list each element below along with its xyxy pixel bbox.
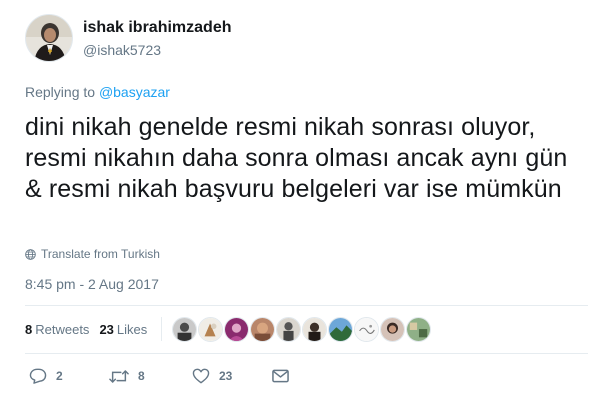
tweet-header: ishak ibrahimzadeh @ishak5723: [25, 14, 585, 64]
retweet-button[interactable]: 8: [109, 369, 192, 384]
liker-avatar[interactable]: [198, 316, 224, 342]
heart-icon: [192, 368, 210, 384]
avatar[interactable]: [25, 14, 73, 62]
retweets-count: 8: [25, 321, 33, 337]
liker-avatar[interactable]: [380, 316, 406, 342]
author-info: ishak ibrahimzadeh @ishak5723: [83, 18, 232, 59]
retweets-stat[interactable]: 8 Retweets: [25, 322, 89, 337]
translate-label: Translate from Turkish: [41, 247, 160, 261]
likes-label: Likes: [116, 321, 148, 337]
likes-count: 23: [99, 321, 114, 337]
globe-icon: [25, 248, 36, 260]
tweet-actions: 2 8 23: [29, 366, 289, 386]
divider: [25, 305, 588, 306]
liker-avatar[interactable]: [250, 316, 276, 342]
author-handle[interactable]: @ishak5723: [83, 41, 232, 59]
stats-separator: [161, 317, 163, 341]
retweets-label: Retweets: [35, 321, 90, 337]
liker-avatar[interactable]: [328, 316, 354, 342]
liker-avatar[interactable]: [172, 316, 198, 342]
liker-avatar[interactable]: [406, 316, 432, 342]
liker-avatar[interactable]: [302, 316, 328, 342]
envelope-icon: [272, 369, 289, 383]
author-display-name[interactable]: ishak ibrahimzadeh: [83, 18, 232, 38]
reply-count: 2: [56, 369, 63, 383]
like-count: 23: [219, 369, 233, 383]
tweet-timestamp[interactable]: 8:45 pm - 2 Aug 2017: [25, 276, 159, 292]
translate-link[interactable]: Translate from Turkish: [25, 247, 160, 261]
likes-stat[interactable]: 23 Likes: [99, 322, 147, 337]
retweet-icon: [109, 369, 129, 383]
reply-button[interactable]: 2: [29, 368, 109, 384]
replying-to-label: Replying to: [25, 84, 96, 100]
like-button[interactable]: 23: [192, 368, 272, 384]
tweet-text: dini nikah genelde resmi nikah sonrası o…: [25, 113, 568, 203]
reply-icon: [29, 368, 47, 384]
direct-message-button[interactable]: [272, 369, 289, 383]
liker-avatar[interactable]: [276, 316, 302, 342]
liker-avatar[interactable]: [224, 316, 250, 342]
divider: [25, 353, 588, 354]
liker-avatars: [172, 316, 432, 342]
replying-to: Replying to @basyazar: [25, 84, 170, 100]
retweet-count: 8: [138, 369, 145, 383]
reply-mention-link[interactable]: @basyazar: [99, 84, 170, 100]
tweet-stats: 8 Retweets 23 Likes: [25, 316, 432, 342]
liker-avatar[interactable]: [354, 316, 380, 342]
